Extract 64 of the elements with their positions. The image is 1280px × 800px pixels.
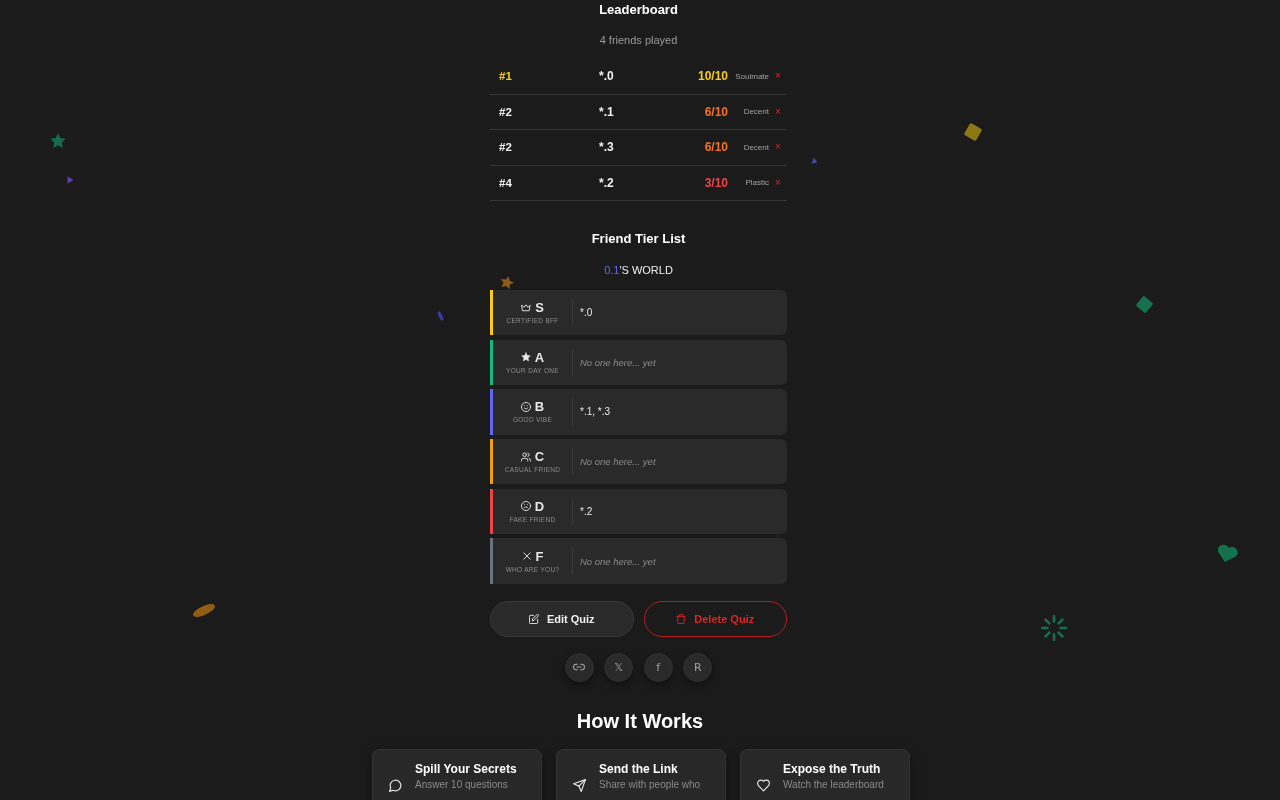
tier-letter: B — [534, 399, 545, 415]
step-description: Answer 10 questions — [415, 778, 509, 791]
remove-button[interactable]: × — [774, 106, 782, 117]
tier-list-title: Friend Tier List — [591, 231, 686, 247]
step-title: Send the Link — [599, 761, 679, 777]
tier-letter: D — [534, 498, 545, 514]
section-heading: How It Works — [576, 708, 704, 733]
empty-tier-note: No one here... yet — [580, 555, 656, 567]
verdict-text: Soulmate — [735, 71, 769, 81]
verdict-text: Decent — [743, 107, 769, 117]
edit-quiz-button[interactable]: Edit Quiz — [490, 600, 634, 637]
player-name: *.1 — [599, 104, 614, 119]
tier-letter: A — [534, 349, 545, 365]
remove-button[interactable]: × — [774, 142, 782, 153]
rank-text: #2 — [499, 141, 512, 154]
step-description: Share with people who — [599, 778, 702, 791]
share-button[interactable]: 𝕏 — [604, 652, 634, 682]
leaderboard-title: Leaderboard — [599, 2, 678, 18]
tier-letter: S — [535, 300, 544, 316]
step-description: Watch the leaderboard — [783, 778, 885, 791]
empty-tier-note: No one here... yet — [580, 456, 656, 468]
score-text: 6/10 — [704, 104, 729, 119]
step-title: Expose the Truth — [783, 761, 882, 777]
trash-icon — [676, 613, 687, 624]
verdict-text: Plastic — [745, 178, 769, 188]
triangle-confetti-icon — [811, 157, 819, 166]
tier-members: *.0 — [580, 307, 593, 319]
world-title: 0.1'S WORLD — [604, 263, 673, 277]
tier-letter: F — [535, 548, 544, 564]
player-name: *.0 — [599, 69, 614, 84]
players-count: 4 friends played — [599, 33, 678, 47]
burst-confetti-icon — [1041, 615, 1067, 641]
copy-link-button[interactable] — [564, 652, 594, 682]
share-button[interactable]: R — [683, 652, 713, 682]
step-title: Spill Your Secrets — [415, 761, 518, 777]
frown-icon — [520, 501, 531, 512]
verdict-text: Decent — [743, 142, 769, 152]
rank-text: #2 — [499, 105, 512, 118]
cross-icon — [521, 551, 532, 562]
dash-confetti-icon — [436, 310, 445, 322]
score-text: 3/10 — [704, 175, 729, 190]
edit-icon — [528, 613, 539, 624]
empty-tier-note: No one here... yet — [580, 356, 656, 368]
rank-text: #1 — [499, 70, 512, 83]
tier-members: *.1, *.3 — [580, 406, 611, 418]
remove-button[interactable]: × — [774, 71, 782, 82]
player-name: *.2 — [599, 175, 614, 190]
tier-members: *.2 — [580, 505, 593, 517]
share-button[interactable]: f — [643, 652, 673, 682]
star-icon — [520, 352, 531, 363]
star-confetti-icon — [49, 132, 67, 150]
heart-icon — [757, 778, 770, 792]
triangle-confetti-icon — [67, 176, 74, 184]
score-text: 6/10 — [704, 140, 729, 155]
chat-bubble-icon — [389, 778, 402, 792]
tier-letter: C — [534, 449, 545, 465]
score-text: 10/10 — [697, 69, 729, 84]
people-icon — [520, 451, 531, 462]
rank-text: #4 — [499, 176, 512, 189]
crown-icon — [521, 302, 532, 313]
paper-plane-icon — [573, 778, 586, 792]
remove-button[interactable]: × — [774, 177, 782, 188]
player-name: *.3 — [599, 140, 614, 155]
smiley-icon — [520, 401, 531, 412]
